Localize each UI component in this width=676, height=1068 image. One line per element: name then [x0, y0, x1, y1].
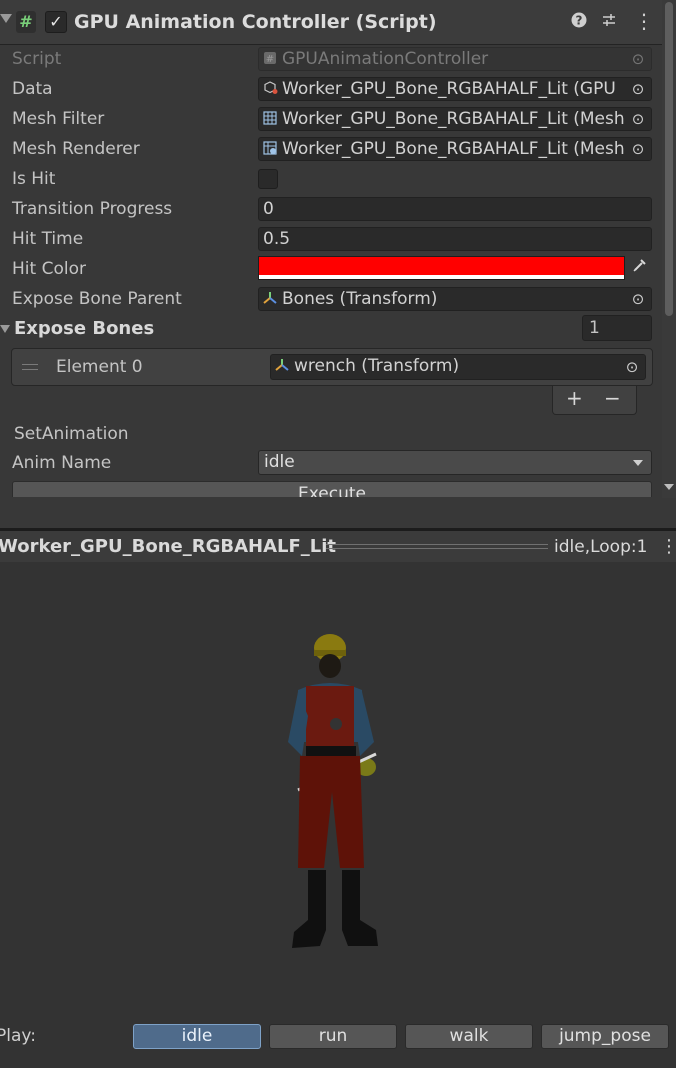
mesh-renderer-label: Mesh Renderer	[12, 139, 140, 159]
remove-element-button[interactable]: −	[604, 386, 621, 410]
mesh-filter-value: Worker_GPU_Bone_RGBAHALF_Lit (Mesh	[282, 109, 625, 129]
expose-bones-foldout-icon[interactable]	[0, 325, 10, 333]
object-picker-icon[interactable]: ⊙	[625, 288, 651, 310]
dropdown-arrow-icon	[633, 460, 643, 466]
anim-name-dropdown[interactable]: idle	[258, 450, 652, 475]
hit-color-label: Hit Color	[12, 259, 86, 279]
element-0-field[interactable]: wrench (Transform) ⊙	[270, 354, 646, 380]
component-title: GPU Animation Controller (Script)	[74, 11, 437, 33]
alpha-bar	[259, 275, 624, 279]
play-button-run[interactable]: run	[269, 1024, 397, 1049]
transform-icon	[275, 356, 291, 371]
transition-progress-input[interactable]: 0	[258, 197, 652, 221]
play-button-idle[interactable]: idle	[133, 1024, 261, 1049]
mesh-filter-field[interactable]: Worker_GPU_Bone_RGBAHALF_Lit (Mesh ⊙	[258, 107, 652, 131]
data-field[interactable]: Worker_GPU_Bone_RGBAHALF_Lit (GPU ⊙	[258, 77, 652, 101]
script-icon: #	[16, 11, 36, 33]
play-button-walk[interactable]: walk	[405, 1024, 533, 1049]
worker-character-preview	[268, 624, 398, 964]
anim-name-label: Anim Name	[12, 453, 112, 473]
expose-bones-count-input[interactable]: 1	[582, 315, 652, 341]
script-value: GPUAnimationController	[282, 49, 489, 69]
component-header: # ✓ GPU Animation Controller (Script) ? …	[0, 0, 662, 45]
context-menu-icon[interactable]: ⋮	[634, 9, 654, 33]
transition-progress-label: Transition Progress	[12, 199, 173, 219]
preset-icon[interactable]	[601, 12, 617, 32]
preview-menu-icon[interactable]: ⋮	[660, 536, 676, 557]
inspector-bottom-edge	[0, 497, 676, 529]
data-value: Worker_GPU_Bone_RGBAHALF_Lit (GPU	[282, 79, 616, 99]
preview-header: Worker_GPU_Bone_RGBAHALF_Lit idle,Loop:1…	[0, 531, 676, 563]
mesh-renderer-icon	[263, 139, 279, 155]
script-field: # GPUAnimationController ⊙	[258, 47, 652, 71]
play-label: Play:	[0, 1026, 36, 1046]
element-0-value: wrench (Transform)	[294, 356, 460, 376]
hit-color-swatch[interactable]	[258, 256, 625, 280]
scrollbar-thumb[interactable]	[665, 2, 673, 316]
svg-text:#: #	[266, 54, 274, 65]
hit-time-input[interactable]: 0.5	[258, 227, 652, 251]
svg-text:?: ?	[576, 14, 583, 28]
expose-bone-parent-field[interactable]: Bones (Transform) ⊙	[258, 287, 652, 311]
list-footer: + −	[552, 386, 637, 415]
expose-bone-parent-label: Expose Bone Parent	[12, 289, 182, 309]
mesh-filter-label: Mesh Filter	[12, 109, 105, 129]
mesh-renderer-field[interactable]: Worker_GPU_Bone_RGBAHALF_Lit (Mesh ⊙	[258, 137, 652, 161]
component-enabled-checkbox[interactable]: ✓	[45, 11, 67, 33]
expose-bones-list: Element 0 wrench (Transform) ⊙	[11, 348, 653, 386]
preview-status: idle,Loop:1	[554, 537, 648, 557]
set-animation-title: SetAnimation	[14, 424, 129, 444]
is-hit-label: Is Hit	[12, 169, 56, 189]
object-picker-icon[interactable]: ⊙	[625, 108, 651, 130]
object-picker-icon[interactable]: ⊙	[619, 355, 645, 377]
object-picker-icon[interactable]: ⊙	[625, 138, 651, 160]
object-picker-icon: ⊙	[625, 48, 651, 70]
is-hit-checkbox[interactable]	[258, 169, 278, 189]
data-label: Data	[12, 79, 53, 99]
element-0-label: Element 0	[56, 357, 143, 377]
play-button-jump-pose[interactable]: jump_pose	[541, 1024, 669, 1049]
add-element-button[interactable]: +	[566, 386, 583, 410]
preview-title: Worker_GPU_Bone_RGBAHALF_Lit	[0, 536, 337, 557]
scroll-down-arrow-icon[interactable]	[664, 484, 674, 490]
foldout-arrow-icon[interactable]	[0, 14, 12, 23]
script-asset-icon: #	[263, 49, 279, 65]
gpu-data-asset-icon	[263, 79, 279, 94]
expose-bone-parent-value: Bones (Transform)	[282, 289, 438, 309]
anim-name-value: idle	[264, 452, 295, 472]
hit-time-label: Hit Time	[12, 229, 84, 249]
expose-bones-title[interactable]: Expose Bones	[14, 318, 154, 339]
script-label: Script	[12, 49, 62, 69]
help-icon[interactable]: ?	[571, 12, 587, 32]
mesh-filter-icon	[263, 109, 279, 125]
mesh-renderer-value: Worker_GPU_Bone_RGBAHALF_Lit (Mesh	[282, 139, 625, 159]
object-picker-icon[interactable]: ⊙	[625, 78, 651, 100]
preview-drag-bar[interactable]	[326, 544, 548, 549]
drag-handle-icon[interactable]	[22, 364, 38, 370]
transform-icon	[263, 289, 279, 304]
eyedropper-icon[interactable]	[628, 256, 652, 280]
